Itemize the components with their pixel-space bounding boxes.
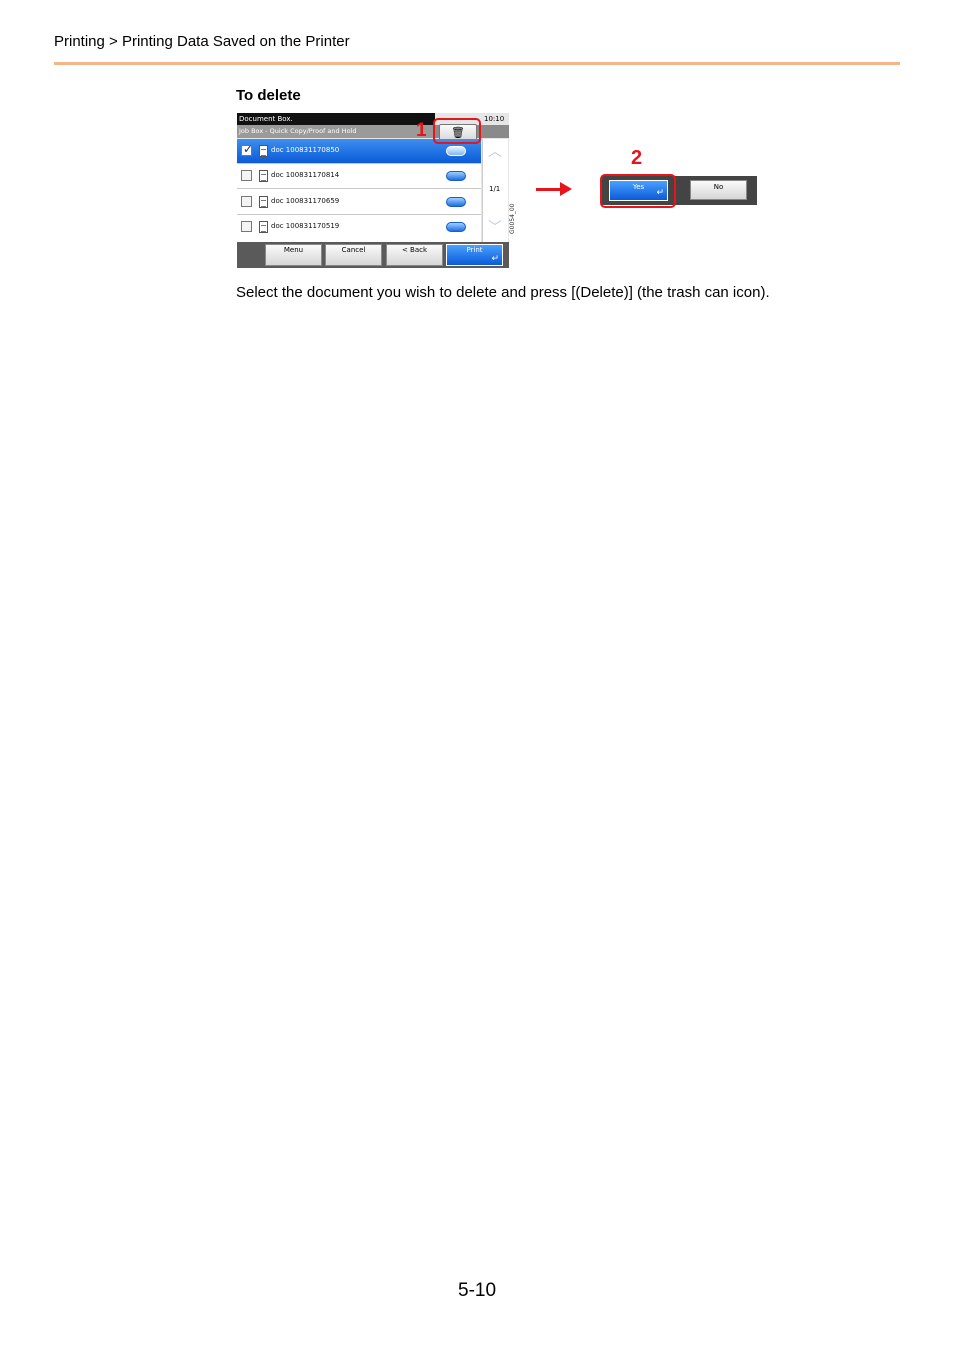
yes-highlight — [600, 174, 676, 208]
panel-clock: 10:10 — [484, 115, 505, 123]
arrow-head-icon — [560, 182, 572, 196]
back-button[interactable]: < Back — [386, 244, 443, 266]
checkbox[interactable] — [241, 196, 252, 207]
document-name: doc 100831170519 — [271, 222, 340, 230]
delete-highlight — [433, 118, 481, 144]
section-heading: To delete — [236, 87, 301, 104]
list-item[interactable]: doc 100831170519 — [237, 215, 481, 240]
document-icon — [259, 196, 268, 208]
detail-button[interactable] — [446, 197, 466, 207]
document-icon — [259, 170, 268, 182]
menu-button[interactable]: Menu — [265, 244, 322, 266]
cancel-button[interactable]: Cancel — [325, 244, 382, 266]
document-icon — [259, 221, 268, 233]
page-indicator: 1/1 — [489, 185, 501, 193]
image-id: G0054_00 — [509, 203, 516, 234]
check-icon: ✓ — [243, 142, 254, 156]
checkbox[interactable] — [241, 170, 252, 181]
bottom-button-bar: Menu Cancel < Back Print ↵ — [237, 242, 509, 268]
panel-title: Document Box. — [237, 113, 435, 125]
document-name: doc 100831170850 — [271, 146, 340, 154]
checkbox-checked[interactable]: ✓ — [241, 142, 254, 156]
document-name: doc 100831170659 — [271, 197, 340, 205]
document-name: doc 100831170814 — [271, 171, 340, 179]
page-number: 5-10 — [458, 1280, 497, 1301]
header-divider — [54, 62, 900, 65]
scroll-down-icon[interactable]: ﹀ — [486, 221, 504, 235]
print-button-label: Print — [466, 246, 483, 254]
list-item[interactable]: doc 100831170814 — [237, 164, 481, 189]
breadcrumb: Printing > Printing Data Saved on the Pr… — [54, 33, 350, 50]
arrow-icon — [536, 188, 562, 191]
scroll-area: ︿ 1/1 ﹀ — [482, 139, 508, 242]
checkbox[interactable] — [241, 221, 252, 232]
callout-number-1: 1 — [416, 120, 427, 141]
document-icon — [259, 145, 268, 157]
callout-number-2: 2 — [631, 147, 643, 169]
detail-button[interactable] — [446, 222, 466, 232]
panel-subtitle: Job Box - Quick Copy/Proof and Hold — [237, 125, 435, 138]
scroll-up-icon[interactable]: ︿ — [486, 145, 504, 159]
enter-icon: ↵ — [491, 254, 499, 264]
print-button[interactable]: Print ↵ — [446, 244, 503, 266]
no-button[interactable]: No — [690, 180, 747, 200]
document-list: ✓ doc 100831170850 doc 100831170814 doc … — [237, 139, 481, 242]
instruction-text: Select the document you wish to delete a… — [236, 284, 770, 301]
detail-button[interactable] — [446, 171, 466, 181]
list-item[interactable]: doc 100831170659 — [237, 190, 481, 215]
detail-button[interactable] — [446, 146, 466, 156]
